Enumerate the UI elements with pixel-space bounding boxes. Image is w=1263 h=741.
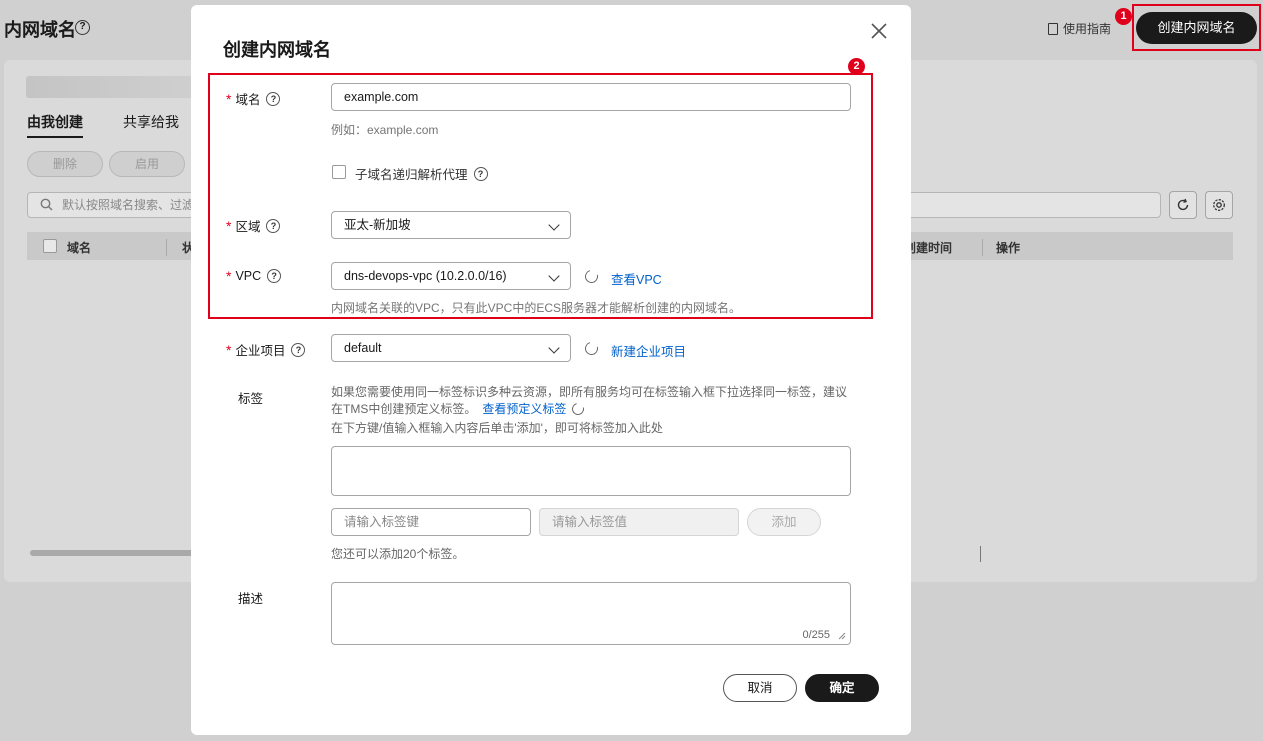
recursive-proxy-checkbox[interactable] xyxy=(332,165,346,179)
chevron-down-icon xyxy=(548,219,560,231)
tab-shared-with-me[interactable]: 共享给我 xyxy=(123,112,179,132)
required-mark: * xyxy=(226,268,232,284)
tag-key-input[interactable]: 请输入标签键 xyxy=(331,508,531,536)
create-domain-dialog: 创建内网域名 2 * 域名 ? example.com 例如：example.c… xyxy=(191,5,911,735)
select-all-checkbox[interactable] xyxy=(43,239,57,253)
book-icon xyxy=(1048,22,1058,35)
help-icon[interactable]: ? xyxy=(291,342,306,357)
tag-value-input[interactable]: 请输入标签值 xyxy=(539,508,739,536)
help-icon[interactable]: ? xyxy=(473,166,488,181)
required-mark: * xyxy=(226,341,232,358)
new-enterprise-project-link[interactable]: 新建企业项目 xyxy=(611,341,686,360)
column-operation: 操作 xyxy=(982,239,1020,256)
resize-handle-icon[interactable] xyxy=(838,632,846,640)
recursive-proxy-label: 子域名递归解析代理 xyxy=(355,168,468,182)
vpc-label-row: * VPC ? xyxy=(226,268,282,284)
enterprise-project-label: 企业项目 xyxy=(235,344,286,358)
add-tag-button[interactable]: 添加 xyxy=(747,508,821,536)
vpc-label: VPC xyxy=(235,269,262,283)
help-icon[interactable]: ? xyxy=(266,91,281,106)
user-guide-link[interactable]: 使用指南 xyxy=(1048,20,1111,37)
cancel-button[interactable]: 取消 xyxy=(723,674,797,702)
tags-desc-line2: 在TMS中创建预定义标签。 xyxy=(331,402,477,416)
help-icon[interactable]: ? xyxy=(75,20,90,35)
region-value: 亚太-新加坡 xyxy=(344,218,411,232)
step-marker-2: 2 xyxy=(848,58,865,75)
domain-label-row: * 域名 ? xyxy=(226,89,281,108)
tab-created-by-me[interactable]: 由我创建 xyxy=(27,112,83,138)
region-label: 区域 xyxy=(235,220,261,234)
close-icon[interactable] xyxy=(869,21,889,41)
horizontal-scrollbar[interactable] xyxy=(30,550,195,556)
tags-desc-line3: 在下方键/值输入框输入内容后单击'添加'，即可将标签加入此处 xyxy=(331,421,663,435)
tags-display-area xyxy=(331,446,851,496)
refresh-button[interactable] xyxy=(1169,191,1197,219)
vpc-select[interactable]: dns-devops-vpc (10.2.0.0/16) xyxy=(331,262,571,290)
domain-hint: 例如：example.com xyxy=(331,123,439,137)
view-predefined-tags-link[interactable]: 查看预定义标签 xyxy=(482,400,566,417)
tags-remaining: 您还可以添加20个标签。 xyxy=(331,547,465,561)
required-mark: * xyxy=(226,90,232,107)
recursive-proxy-row: 子域名递归解析代理 ? xyxy=(355,164,488,183)
refresh-icon xyxy=(1177,198,1189,211)
domain-label: 域名 xyxy=(235,93,261,107)
page-title: 内网域名 xyxy=(4,20,76,40)
dialog-title: 创建内网域名 xyxy=(223,40,331,60)
enterprise-project-label-row: * 企业项目 ? xyxy=(226,340,306,359)
chevron-down-icon xyxy=(548,270,560,282)
tags-label: 标签 xyxy=(238,392,264,406)
help-icon[interactable]: ? xyxy=(267,269,282,283)
column-status: 状 xyxy=(166,239,194,256)
gear-icon xyxy=(1213,199,1225,211)
enable-button[interactable]: 启用 xyxy=(109,151,185,177)
view-vpc-link[interactable]: 查看VPC xyxy=(611,269,662,288)
region-label-row: * 区域 ? xyxy=(226,216,281,235)
search-icon xyxy=(40,198,53,211)
refresh-tags-icon[interactable] xyxy=(570,400,587,417)
settings-button[interactable] xyxy=(1205,191,1233,219)
enterprise-project-value: default xyxy=(344,341,382,355)
column-created-time: 创建时间 xyxy=(904,241,953,255)
delete-button[interactable]: 删除 xyxy=(27,151,103,177)
blurred-region xyxy=(26,76,196,98)
chevron-down-icon xyxy=(548,342,560,354)
enterprise-project-select[interactable]: default xyxy=(331,334,571,362)
refresh-project-icon[interactable] xyxy=(582,339,601,358)
description-counter: 0/255 xyxy=(802,629,830,641)
confirm-button[interactable]: 确定 xyxy=(805,674,879,702)
user-guide-label: 使用指南 xyxy=(1063,22,1112,36)
region-select[interactable]: 亚太-新加坡 xyxy=(331,211,571,239)
column-domain: 域名 xyxy=(67,241,92,255)
description-label: 描述 xyxy=(238,592,264,606)
vpc-hint: 内网域名关联的VPC，只有此VPC中的ECS服务器才能解析创建的内网域名。 xyxy=(331,301,742,315)
required-mark: * xyxy=(226,217,232,234)
help-icon[interactable]: ? xyxy=(266,218,281,233)
create-domain-button[interactable]: 创建内网域名 xyxy=(1136,12,1257,44)
vpc-value: dns-devops-vpc (10.2.0.0/16) xyxy=(344,269,507,283)
tags-desc-line1: 如果您需要使用同一标签标识多种云资源，即所有服务均可在标签输入框下拉选择同一标签… xyxy=(331,385,848,399)
tags-desc-line2-row: 在TMS中创建预定义标签。 查看预定义标签 xyxy=(331,400,587,417)
step-marker-1: 1 xyxy=(1115,8,1132,25)
domain-input[interactable]: example.com xyxy=(331,83,851,111)
divider xyxy=(980,546,981,562)
description-textarea[interactable]: 0/255 xyxy=(331,582,851,645)
